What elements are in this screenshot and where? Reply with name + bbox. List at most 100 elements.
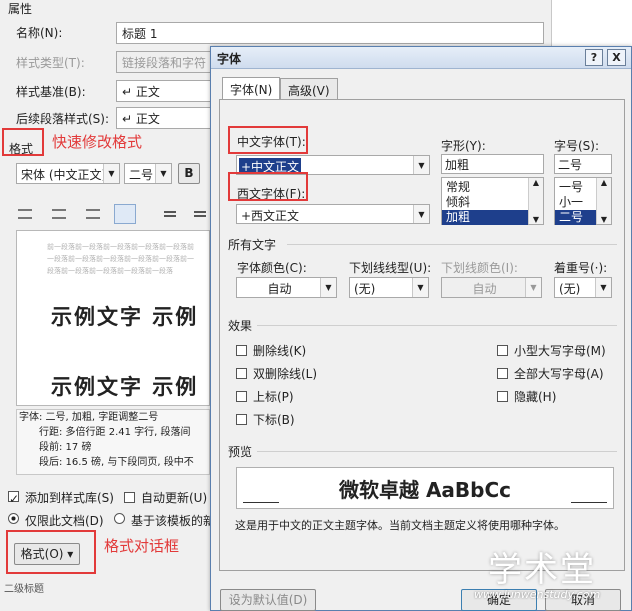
west-font-combo[interactable]: +西文正文 ▼	[236, 204, 430, 224]
font-size-label: 字号(S):	[554, 139, 600, 153]
font-dialog-title: 字体	[217, 52, 242, 66]
justify-icon[interactable]	[114, 204, 136, 224]
checkbox-icon	[236, 391, 247, 402]
scroll-up-icon[interactable]: ▲	[597, 178, 611, 193]
set-default-button[interactable]: 设为默认值(D)	[220, 589, 316, 611]
underline-style-combo[interactable]: (无) ▼	[349, 277, 429, 298]
following-style-select[interactable]: ↵ 正文	[116, 107, 212, 129]
list-item-selected[interactable]: 二号	[555, 210, 596, 225]
scroll-down-icon[interactable]: ▼	[597, 215, 611, 224]
template-based-label: 基于该模板的新	[131, 514, 216, 528]
align-right-icon[interactable]	[86, 209, 100, 219]
font-size-input[interactable]: 二号	[554, 154, 612, 174]
preview-header: 预览	[228, 445, 253, 459]
scrollbar[interactable]: ▲ ▼	[596, 178, 611, 224]
hidden-checkbox[interactable]: 隐藏(H)	[497, 388, 556, 405]
align-left-icon[interactable]	[18, 209, 32, 219]
preview-sample-text-1: 示例文字 示例	[51, 304, 199, 329]
checkbox-icon	[124, 492, 135, 503]
annotation-box-cn-font	[228, 126, 308, 154]
font-size-combo[interactable]: 二号 ▼	[124, 163, 172, 184]
emphasis-combo[interactable]: (无) ▼	[554, 277, 612, 298]
annotation-box-format	[2, 128, 44, 156]
font-size-list[interactable]: 一号 小一 二号 ▲ ▼	[554, 177, 612, 225]
add-to-gallery-checkbox[interactable]: ✓ 添加到样式库(S)	[8, 489, 114, 506]
style-type-select: 链接段落和字符	[116, 51, 216, 73]
scrollbar[interactable]: ▲ ▼	[528, 178, 543, 224]
divider	[257, 451, 617, 452]
underline-color-combo: 自动 ▼	[441, 277, 542, 298]
style-type-label: 样式类型(T):	[16, 56, 85, 70]
underline-color-value: 自动	[472, 282, 497, 296]
font-color-label: 字体颜色(C):	[237, 261, 307, 275]
only-this-doc-radio[interactable]: 仅限此文档(D)	[8, 512, 104, 529]
superscript-checkbox[interactable]: 上标(P)	[236, 388, 294, 405]
effect-label: 全部大写字母(A)	[514, 367, 604, 381]
based-on-select[interactable]: ↵ 正文	[116, 80, 212, 102]
font-name-combo[interactable]: 宋体 (中文正文) ▼	[16, 163, 120, 184]
baseline-left	[243, 502, 279, 503]
chevron-down-icon: ▼	[103, 164, 119, 183]
small-caps-checkbox[interactable]: 小型大写字母(M)	[497, 342, 606, 359]
style-preview-box: 前一段落前一段落前一段落前一段落前一段落前一段落前一段落前一段落前一段落前一段落…	[16, 230, 210, 406]
para-spacing-icon[interactable]	[194, 211, 206, 217]
name-input[interactable]: 标题 1	[116, 22, 544, 44]
template-based-radio[interactable]: 基于该模板的新	[114, 512, 215, 529]
effect-label: 上标(P)	[253, 390, 294, 404]
double-strikethrough-checkbox[interactable]: 双删除线(L)	[236, 365, 317, 382]
font-style-label: 字形(Y):	[441, 139, 486, 153]
effect-label: 双删除线(L)	[253, 367, 318, 381]
auto-update-label: 自动更新(U)	[141, 491, 208, 505]
help-button[interactable]: ?	[585, 49, 603, 66]
all-caps-checkbox[interactable]: 全部大写字母(A)	[497, 365, 604, 382]
add-to-gallery-label: 添加到样式库(S)	[25, 491, 114, 505]
align-center-icon[interactable]	[52, 209, 66, 219]
desc-line: 字体: 二号, 加粗, 字距调整二号	[19, 412, 159, 423]
line-spacing-icon[interactable]	[164, 211, 176, 217]
close-button[interactable]: X	[607, 49, 626, 66]
font-color-combo[interactable]: 自动 ▼	[236, 277, 337, 298]
effect-label: 小型大写字母(M)	[514, 344, 606, 358]
following-style-label: 后续段落样式(S):	[16, 112, 110, 126]
bottom-style-text: 二级标题	[4, 584, 44, 595]
radio-selected-icon	[8, 513, 19, 524]
based-on-label: 样式基准(B):	[16, 85, 86, 99]
font-color-value: 自动	[267, 282, 292, 296]
auto-update-checkbox[interactable]: 自动更新(U)	[124, 489, 207, 506]
watermark-brand: 学术堂	[488, 550, 596, 590]
effect-label: 隐藏(H)	[514, 390, 557, 404]
annotation-format-dialog: 格式对话框	[104, 537, 180, 555]
chevron-down-icon: ▼	[413, 205, 429, 223]
effect-label: 删除线(K)	[253, 344, 307, 358]
tab-font[interactable]: 字体(N)	[222, 77, 281, 99]
chevron-down-icon: ▼	[595, 278, 611, 297]
tab-advanced[interactable]: 高级(V)	[280, 78, 338, 99]
underline-color-label: 下划线颜色(I):	[441, 261, 518, 275]
list-item-selected[interactable]: 加粗	[442, 210, 528, 225]
underline-style-value: (无)	[354, 282, 376, 296]
chevron-down-icon: ▼	[412, 278, 428, 297]
desc-line: 段前: 17 磅	[39, 442, 92, 453]
checkbox-icon	[236, 368, 247, 379]
subscript-checkbox[interactable]: 下标(B)	[236, 411, 295, 428]
checkbox-icon	[236, 345, 247, 356]
emphasis-label: 着重号(·):	[554, 261, 608, 275]
preview-note: 这是用于中文的正文主题字体。当前文档主题定义将使用哪种字体。	[235, 519, 565, 532]
emphasis-value: (无)	[559, 282, 581, 296]
chevron-down-icon: ▼	[155, 164, 171, 183]
bold-button[interactable]: B	[178, 163, 200, 184]
radio-icon	[114, 513, 125, 524]
font-dialog-titlebar: 字体 ? X	[211, 47, 631, 69]
annotation-box-west-font	[228, 172, 308, 201]
all-text-header: 所有文字	[228, 238, 277, 252]
preview-sample-text-2: 示例文字 示例	[51, 374, 199, 399]
font-style-list[interactable]: 常规 倾斜 加粗 ▲ ▼	[441, 177, 544, 225]
scroll-up-icon[interactable]: ▲	[529, 178, 543, 193]
font-style-input[interactable]: 加粗	[441, 154, 544, 174]
strikethrough-checkbox[interactable]: 删除线(K)	[236, 342, 306, 359]
west-font-value: +西文正文	[241, 209, 300, 223]
checkbox-checked-icon: ✓	[8, 491, 20, 506]
desc-line: 段后: 16.5 磅, 与下段同页, 段中不	[39, 457, 194, 468]
font-size-value: 二号	[129, 168, 154, 182]
scroll-down-icon[interactable]: ▼	[529, 215, 543, 224]
